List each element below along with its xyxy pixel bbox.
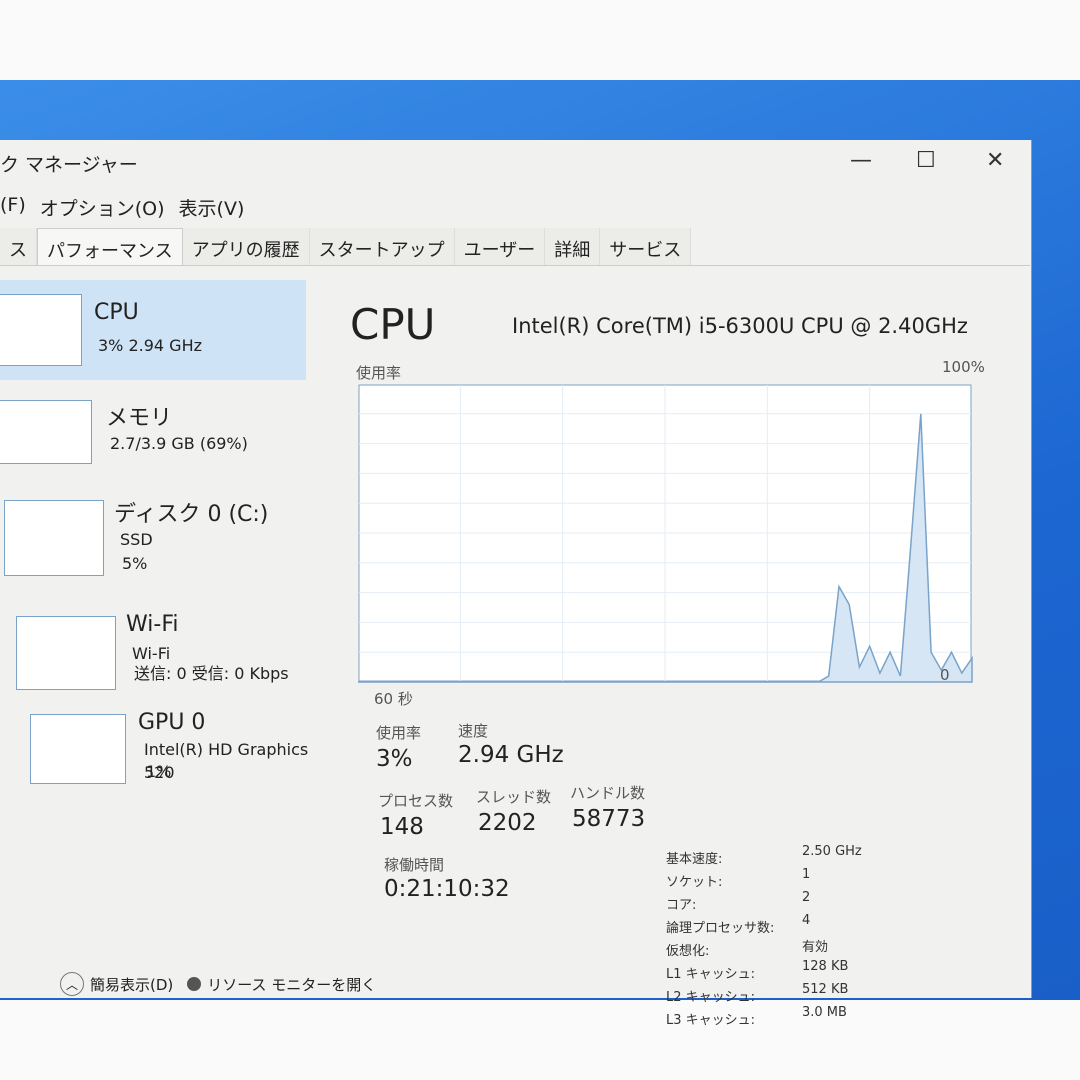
cpu-thumbnail	[0, 294, 82, 366]
sidebar-item-type: Intel(R) HD Graphics 520	[144, 740, 309, 782]
minimize-button[interactable]: —	[850, 148, 872, 173]
spec-label: L1 キャッシュ:	[666, 967, 756, 982]
chevron-up-icon: ︿	[60, 972, 84, 996]
sidebar-item-label: GPU 0	[138, 710, 206, 735]
maximize-button[interactable]: ☐	[916, 148, 936, 173]
spec-value: 3.0 MB	[802, 1005, 847, 1020]
graph-min-label: 0	[940, 666, 950, 684]
resource-monitor-icon	[187, 977, 202, 991]
wifi-thumbnail	[16, 616, 116, 690]
simple-view-label: 簡易表示(D)	[90, 975, 174, 994]
page-title: CPU	[350, 300, 436, 349]
cpu-usage-graph	[358, 384, 973, 683]
spec-label: ソケット:	[666, 875, 723, 890]
graph-max-label: 100%	[942, 358, 985, 376]
thread-value: 2202	[478, 810, 537, 836]
handle-value: 58773	[572, 806, 646, 832]
tab-startup[interactable]: スタートアップ	[309, 228, 455, 265]
thread-label: スレッド数	[476, 788, 552, 806]
window-title: ク マネージャー	[0, 154, 138, 176]
sidebar-item-disk[interactable]: ディスク 0 (C:) SSD 5%	[0, 478, 320, 576]
usage-value: 3%	[376, 746, 413, 772]
disk-thumbnail	[4, 500, 104, 576]
sidebar-item-value: 2.7/3.9 GB (69%)	[110, 434, 248, 453]
sidebar-item-wifi[interactable]: Wi-Fi Wi-Fi 送信: 0 受信: 0 Kbps	[0, 590, 320, 690]
spec-value: 2.50 GHz	[802, 844, 862, 859]
tab-users[interactable]: ユーザー	[454, 228, 546, 265]
graph-time-label: 60 秒	[374, 690, 413, 708]
process-value: 148	[380, 814, 424, 840]
sidebar-item-type: SSD	[120, 530, 153, 549]
sidebar-item-label: ディスク 0 (C:)	[114, 502, 269, 527]
task-manager-window: ク マネージャー — ☐ ✕ (F) オプション(O) 表示(V) ス パフォー…	[0, 140, 1032, 1028]
cpu-model: Intel(R) Core(TM) i5-6300U CPU @ 2.40GHz	[512, 314, 968, 338]
spec-label: 基本速度:	[666, 852, 723, 867]
usage-label: 使用率	[376, 724, 422, 742]
spec-value: 有効	[802, 940, 829, 955]
gpu-thumbnail	[30, 714, 126, 784]
tab-bar: ス パフォーマンス アプリの履歴 スタートアップ ユーザー 詳細 サービス	[0, 228, 1030, 266]
menu-file[interactable]: (F)	[0, 194, 26, 221]
sidebar-item-value: 3% 2.94 GHz	[98, 336, 203, 355]
spec-value: 128 KB	[802, 959, 849, 974]
speed-label: 速度	[458, 722, 489, 740]
sidebar-item-cpu[interactable]: CPU 3% 2.94 GHz	[0, 280, 306, 380]
sidebar-item-label: Wi-Fi	[126, 612, 179, 637]
tab-performance[interactable]: パフォーマンス	[37, 228, 183, 265]
sidebar-item-gpu[interactable]: GPU 0 Intel(R) HD Graphics 520 1%	[0, 688, 320, 786]
uptime-label: 稼働時間	[384, 856, 445, 874]
memory-thumbnail	[0, 400, 92, 464]
sidebar-item-label: メモリ	[106, 406, 173, 431]
spec-label: 仮想化:	[666, 944, 710, 959]
tab-services[interactable]: サービス	[600, 228, 692, 265]
spec-label: 論理プロセッサ数:	[666, 921, 775, 936]
graph-label: 使用率	[356, 364, 402, 382]
menu-view[interactable]: 表示(V)	[179, 194, 245, 221]
resource-sidebar: CPU 3% 2.94 GHz メモリ 2.7/3.9 GB (69%) ディス…	[0, 280, 320, 786]
speed-value: 2.94 GHz	[458, 742, 564, 768]
tab-processes[interactable]: ス	[0, 228, 37, 265]
spec-value: 1	[802, 867, 811, 882]
resource-monitor-label: リソース モニターを開く	[207, 975, 377, 994]
sidebar-item-value: 1%	[146, 762, 172, 781]
tab-app-history[interactable]: アプリの履歴	[182, 228, 310, 265]
sidebar-item-memory[interactable]: メモリ 2.7/3.9 GB (69%)	[0, 380, 320, 478]
menu-bar: (F) オプション(O) 表示(V)	[0, 194, 244, 221]
footer: ︿ 簡易表示(D) リソース モニターを開く	[60, 972, 376, 996]
spec-value: 512 KB	[802, 982, 849, 997]
process-label: プロセス数	[378, 792, 454, 810]
simple-view-button[interactable]: ︿ 簡易表示(D)	[60, 972, 173, 996]
menu-options[interactable]: オプション(O)	[40, 194, 165, 221]
spec-label: L3 キャッシュ:	[666, 1013, 756, 1028]
spec-value: 4	[802, 913, 811, 928]
spec-value: 2	[802, 890, 811, 905]
sidebar-item-label: CPU	[94, 300, 139, 325]
tab-details[interactable]: 詳細	[545, 228, 601, 265]
sidebar-item-value: 5%	[122, 554, 148, 573]
resource-monitor-link[interactable]: リソース モニターを開く	[187, 974, 376, 995]
uptime-value: 0:21:10:32	[384, 876, 510, 902]
close-button[interactable]: ✕	[986, 148, 1004, 173]
handle-label: ハンドル数	[570, 784, 646, 802]
spec-label: L2 キャッシュ:	[666, 990, 756, 1005]
sidebar-item-value: 送信: 0 受信: 0 Kbps	[134, 664, 289, 683]
spec-label: コア:	[666, 898, 697, 913]
